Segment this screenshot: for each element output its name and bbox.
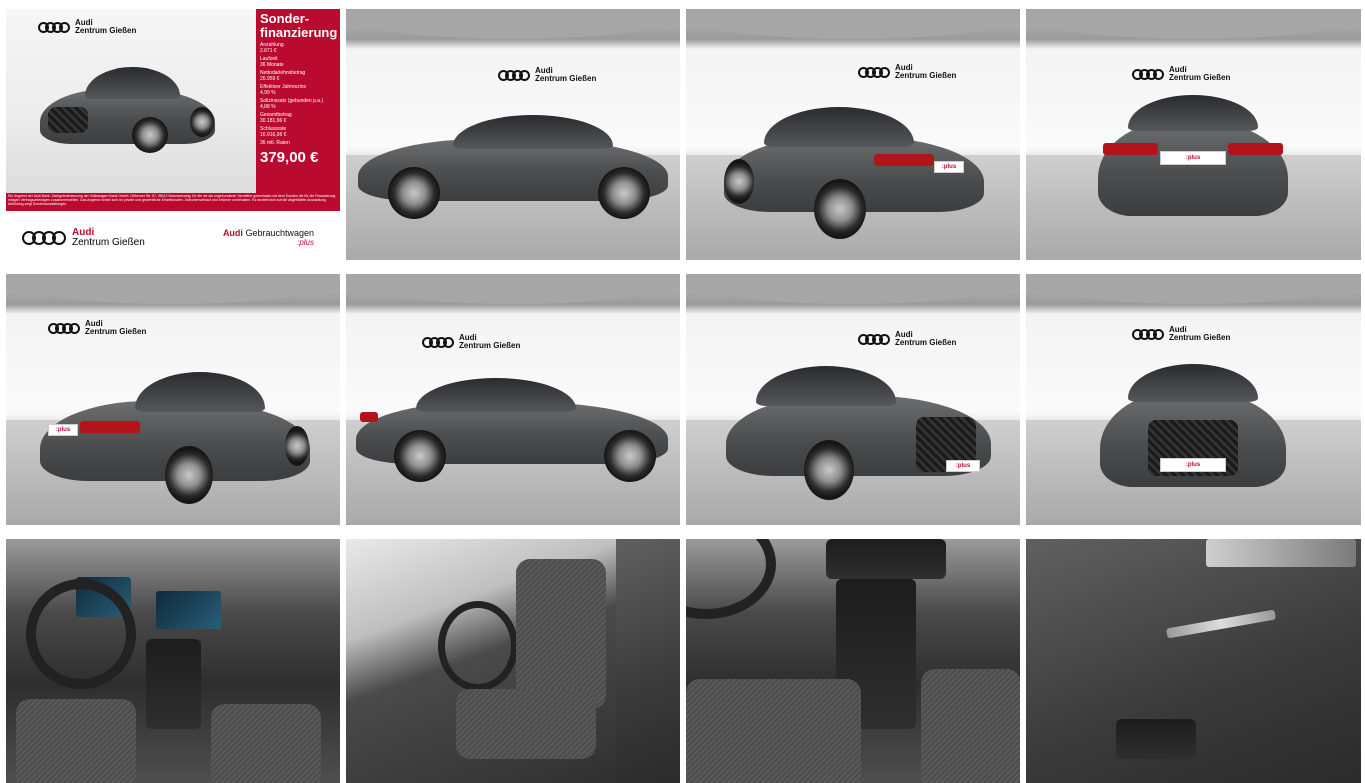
gallery-photo-side-right[interactable]: Audi Zentrum Gießen — [346, 274, 680, 525]
audi-rings-icon — [22, 231, 66, 245]
car-image: :plus — [1098, 91, 1288, 226]
car-image — [358, 109, 668, 219]
dealer-logo: Audi Zentrum Gießen — [48, 320, 146, 336]
car-image — [356, 372, 668, 484]
audi-rings-icon — [1132, 328, 1164, 340]
gallery-photo-front-seat[interactable] — [346, 539, 680, 783]
audi-rings-icon — [858, 66, 890, 78]
photo-gallery: Audi Zentrum Gießen Sonder-finanzierung A… — [6, 9, 1361, 783]
dealer-logo: Audi Zentrum Gießen — [498, 67, 596, 83]
monthly-price: 379,00 € — [260, 148, 319, 166]
audi-rings-icon — [48, 322, 80, 334]
dealer-logo: Audi Zentrum Gießen — [1132, 66, 1230, 82]
gallery-photo-front[interactable]: Audi Zentrum Gießen :plus — [1026, 274, 1361, 525]
dealer-footer-logo: Audi Zentrum Gießen — [22, 228, 145, 248]
financing-panel: Sonder-finanzierung Anzahlung 2.871 € Lau… — [256, 9, 340, 193]
car-image: :plus — [40, 366, 310, 506]
dealer-logo: Audi Zentrum Gießen — [1132, 326, 1230, 342]
promo-car-photo: Audi Zentrum Gießen — [6, 9, 256, 193]
car-image: :plus — [724, 99, 984, 239]
interior-image — [346, 539, 680, 783]
dealer-logo: Audi Zentrum Gießen — [38, 19, 136, 35]
interior-image — [686, 539, 1020, 783]
gallery-photo-side-left[interactable]: Audi Zentrum Gießen — [346, 9, 680, 260]
dealer-logo: Audi Zentrum Gießen — [858, 331, 956, 347]
gallery-photo-cockpit[interactable] — [6, 539, 340, 783]
gebrauchtwagen-plus-logo: Audi Gebrauchtwagen :plus — [222, 228, 314, 247]
gallery-photo-door-panel[interactable] — [1026, 539, 1361, 783]
legal-disclaimer: Ein Angebot der Audi Bank, Zweigniederla… — [6, 193, 340, 211]
audi-rings-icon — [422, 336, 454, 348]
interior-image — [6, 539, 340, 783]
interior-image — [1026, 539, 1361, 783]
gallery-photo-rear-left-2[interactable]: Audi Zentrum Gießen :plus — [6, 274, 340, 525]
car-image: :plus — [1100, 360, 1286, 496]
dealer-logo: Audi Zentrum Gießen — [858, 64, 956, 80]
audi-rings-icon — [1132, 68, 1164, 80]
promo-title: Sonder-finanzierung — [260, 11, 338, 40]
gallery-photo-rear[interactable]: Audi Zentrum Gießen :plus — [1026, 9, 1361, 260]
audi-rings-icon — [858, 333, 890, 345]
audi-rings-icon — [38, 21, 70, 33]
dealer-logo: Audi Zentrum Gießen — [422, 334, 520, 350]
rate-label: 36 mtl. Raten — [260, 140, 290, 146]
car-image: :plus — [726, 362, 991, 502]
car-image — [40, 59, 215, 159]
gallery-photo-rear-left[interactable]: Audi Zentrum Gießen :plus — [686, 9, 1020, 260]
gallery-photo-promo[interactable]: Audi Zentrum Gießen Sonder-finanzierung A… — [6, 9, 340, 260]
gallery-photo-front-right[interactable]: Audi Zentrum Gießen :plus — [686, 274, 1020, 525]
audi-rings-icon — [498, 69, 530, 81]
gallery-photo-center-console[interactable] — [686, 539, 1020, 783]
